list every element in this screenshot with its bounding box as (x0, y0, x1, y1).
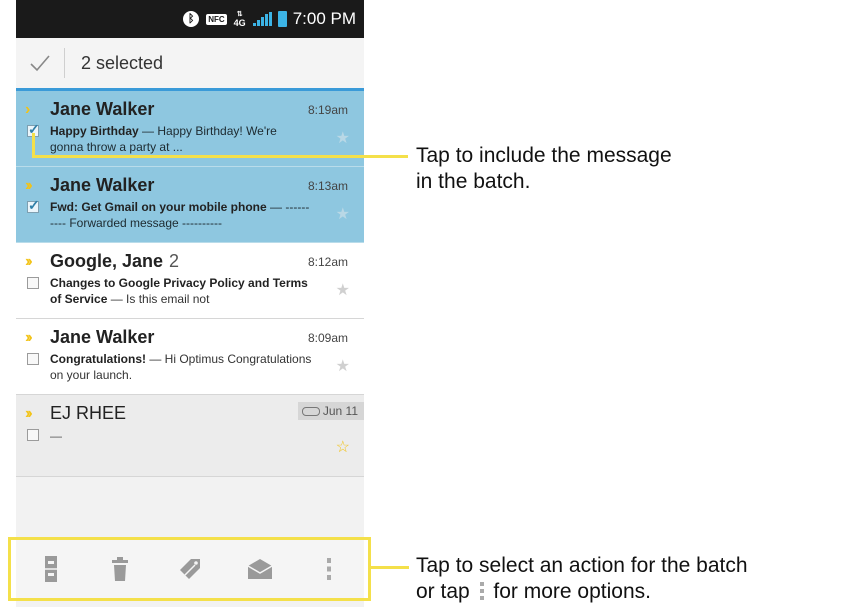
label-button[interactable] (170, 549, 210, 589)
attachment-date-badge: Jun 11 (297, 402, 364, 420)
star-icon[interactable]: ★ (336, 356, 350, 376)
star-icon[interactable]: ★ (336, 204, 350, 224)
importance-marker-icon[interactable]: ›› (25, 405, 32, 423)
importance-marker-icon[interactable]: ›› (25, 329, 32, 347)
message-subject: Congratulations! (50, 352, 146, 366)
callout-line: in the batch. (416, 170, 531, 193)
callout-include-message: Tap to include the message in the batch. (416, 143, 672, 195)
archive-button[interactable] (31, 549, 71, 589)
archive-icon (44, 555, 57, 582)
overflow-menu-icon (327, 557, 332, 580)
action-bar-highlight-top (8, 537, 371, 540)
message-time: 8:19am (307, 103, 348, 117)
star-icon[interactable]: ★ (336, 280, 350, 300)
network-4g-label: 4G (233, 18, 246, 28)
status-time: 7:00 PM (292, 9, 356, 28)
mark-unread-button[interactable] (240, 549, 280, 589)
callout-text: for more options. (493, 580, 651, 603)
message-preview: — (50, 429, 62, 443)
network-4g-icon: ⇅ 4G (233, 11, 246, 28)
message-time: 8:12am (307, 255, 348, 269)
callout-line: Tap to select an action for the batch (416, 554, 748, 577)
message-row[interactable]: ›› EJ RHEE Jun 11 — ☆ (16, 395, 364, 477)
label-icon (179, 558, 200, 579)
delete-icon (112, 556, 129, 581)
divider (64, 48, 65, 78)
callout-line: or tap for more options. (416, 579, 748, 605)
status-bar: ᛒ NFC ⇅ 4G 7:00 PM (16, 0, 364, 38)
message-subject: Happy Birthday (50, 124, 139, 138)
message-time: 8:13am (307, 179, 348, 193)
message-time: Jun 11 (322, 404, 358, 418)
overflow-menu-icon (479, 582, 484, 600)
message-snippet: Congratulations! — Hi Optimus Congratula… (50, 351, 312, 383)
paperclip-icon (301, 406, 320, 416)
message-checkbox[interactable] (27, 197, 40, 214)
checkmark-icon (30, 55, 50, 72)
action-bar-highlight-bottom (8, 598, 371, 601)
sender-name: Jane Walker (50, 99, 155, 119)
selection-action-bar: 2 selected (16, 38, 364, 89)
done-checkmark-button[interactable] (16, 38, 64, 88)
sender-name-text: Google, Jane (50, 251, 164, 271)
thread-count: 2 (169, 251, 180, 271)
callout-line: Tap to include the message (416, 144, 672, 167)
delete-button[interactable] (100, 549, 140, 589)
message-time: 8:09am (307, 331, 348, 345)
action-bar-highlight-right (368, 537, 371, 601)
checkbox-highlight-horizontal (32, 155, 408, 158)
sender-name: Jane Walker (50, 175, 155, 195)
callout-batch-action: Tap to select an action for the batch or… (416, 553, 748, 605)
checkbox-highlight-vertical (32, 133, 35, 157)
mark-unread-icon (247, 558, 272, 579)
callout-text: or tap (416, 580, 470, 603)
message-checkbox[interactable] (27, 429, 39, 441)
message-snippet: Fwd: Get Gmail on your mobile phone — --… (50, 199, 312, 231)
action-bar-highlight-left (8, 537, 11, 601)
overflow-menu-button[interactable] (309, 549, 349, 589)
selected-count: 2 selected (81, 52, 164, 73)
importance-marker-icon[interactable]: › (25, 101, 31, 119)
message-checkbox[interactable] (27, 353, 39, 365)
message-subject: Fwd: Get Gmail on your mobile phone (50, 200, 267, 214)
star-icon[interactable]: ★ (336, 128, 350, 148)
message-row[interactable]: ›› Jane Walker 8:13am Fwd: Get Gmail on … (16, 167, 364, 243)
phone-screen: ᛒ NFC ⇅ 4G 7:00 PM 2 selected › Jane Walk… (16, 0, 364, 607)
star-icon[interactable]: ☆ (336, 437, 350, 457)
sender-name: Jane Walker (50, 327, 155, 347)
message-preview: — Is this email not (107, 292, 210, 306)
message-list: › Jane Walker 8:19am Happy Birthday — Ha… (16, 91, 364, 477)
sender-name: EJ RHEE (50, 403, 127, 423)
nfc-icon: NFC (206, 13, 227, 25)
bluetooth-icon: ᛒ (183, 11, 200, 27)
importance-marker-icon[interactable]: ›› (25, 177, 32, 195)
battery-icon (277, 11, 287, 27)
sender-name: Google, Jane 2 (50, 251, 179, 272)
signal-strength-icon (252, 12, 272, 26)
message-snippet: Happy Birthday — Happy Birthday! We're g… (50, 123, 312, 155)
batch-action-bar (16, 537, 364, 600)
action-bar-callout-line (371, 566, 409, 569)
message-snippet: Changes to Google Privacy Policy and Ter… (50, 275, 312, 307)
message-checkbox[interactable] (27, 277, 39, 289)
message-row[interactable]: ›› Google, Jane 2 8:12am Changes to Googl… (16, 243, 364, 319)
message-row[interactable]: ›› Jane Walker 8:09am Congratulations! —… (16, 319, 364, 395)
importance-marker-icon[interactable]: ›› (25, 253, 32, 271)
